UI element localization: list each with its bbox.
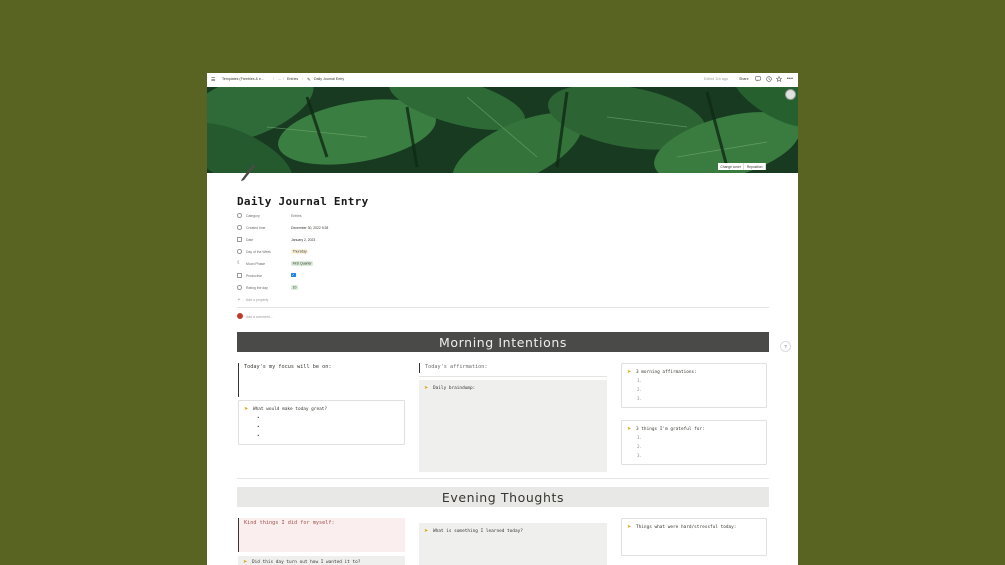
- numbered-item[interactable]: 1.: [637, 435, 642, 440]
- property-name: Productive: [246, 273, 263, 278]
- moon-icon: ☾: [237, 260, 242, 265]
- edited-status: Edited 11h ago: [704, 77, 728, 81]
- callout-learned[interactable]: ➤ What is something I learned today?: [419, 523, 607, 565]
- day-tag[interactable]: Thursday: [291, 248, 309, 255]
- bullet-item[interactable]: •: [257, 433, 260, 438]
- add-property-label: Add a property: [246, 297, 269, 302]
- numbered-item[interactable]: 2.: [637, 387, 642, 392]
- property-name: Created time: [246, 225, 266, 230]
- breadcrumb-templates[interactable]: Templates (Freebies & e...: [222, 77, 264, 81]
- reposition-button[interactable]: Reposition: [744, 163, 766, 170]
- lightbulb-icon: ➤: [424, 528, 429, 534]
- property-value[interactable]: Entries: [291, 214, 302, 218]
- callout-great[interactable]: ➤ What would make today great? • • •: [238, 400, 405, 445]
- quote-bar: [238, 518, 239, 552]
- productive-checkbox[interactable]: ✓: [291, 272, 296, 277]
- bullet-item[interactable]: •: [257, 424, 260, 429]
- help-button[interactable]: ?: [780, 341, 791, 352]
- numbered-item[interactable]: 3.: [637, 396, 642, 401]
- property-value: December 30, 2022 9:28: [291, 225, 329, 230]
- monstera-leaves-image: [207, 87, 798, 173]
- property-name: Day of the Week: [246, 249, 272, 254]
- property-name: Date: [246, 237, 254, 242]
- more-options-icon[interactable]: •••: [787, 76, 793, 82]
- divider: [237, 307, 769, 308]
- calendar-icon: [237, 237, 242, 242]
- page-icon-pen-icon[interactable]: [239, 161, 257, 186]
- callout-text: What would make today great?: [253, 407, 328, 412]
- change-cover-button[interactable]: Change cover: [717, 163, 745, 170]
- lightbulb-icon: ➤: [627, 369, 632, 375]
- checkbox-icon: [237, 273, 242, 278]
- kind-things-block[interactable]: Kind things I did for myself:: [238, 518, 405, 552]
- callout-text: 3 things I'm grateful for:: [636, 427, 705, 432]
- divider: [419, 376, 607, 377]
- rating-tag[interactable]: 10: [291, 284, 298, 291]
- lightbulb-icon: ➤: [627, 524, 632, 530]
- clock-icon: [237, 225, 242, 230]
- lightbulb-icon: ➤: [243, 559, 248, 565]
- callout-affirmations[interactable]: ➤ 3 morning affirmations: 1. 2. 3.: [621, 363, 767, 408]
- property-name: Rating the day: [246, 285, 268, 290]
- callout-hard[interactable]: ➤ Things what were hard/stressful today:: [621, 518, 767, 556]
- numbered-item[interactable]: 1.: [637, 378, 642, 383]
- callout-grateful[interactable]: ➤ 3 things I'm grateful for: 1. 2. 3.: [621, 420, 767, 465]
- cover-image: Change cover Reposition: [207, 87, 798, 173]
- morning-intentions-heading: Morning Intentions: [237, 332, 769, 352]
- page-title[interactable]: Daily Journal Entry: [237, 195, 369, 208]
- property-name: Category: [246, 213, 260, 218]
- bullet-item[interactable]: •: [257, 415, 260, 420]
- add-comment-input[interactable]: Add a comment...: [246, 315, 273, 319]
- comments-icon[interactable]: [755, 76, 761, 83]
- breadcrumb-separator: /: [302, 77, 303, 81]
- callout-text: Daily braindump:: [433, 386, 476, 391]
- kind-things-quote: Kind things I did for myself:: [244, 520, 335, 526]
- pen-icon: ✎: [307, 76, 311, 82]
- breadcrumb-ellipsis[interactable]: ...: [278, 77, 281, 81]
- tag-icon: [237, 213, 242, 218]
- property-value[interactable]: January 2, 2023: [291, 238, 315, 242]
- breadcrumb-entries[interactable]: Entries: [287, 77, 298, 81]
- plus-icon: +: [237, 296, 241, 303]
- numbered-item[interactable]: 2.: [637, 444, 642, 449]
- share-button[interactable]: Share: [739, 77, 749, 81]
- divider: [237, 478, 769, 479]
- callout-text: Did this day turn out how I wanted it to…: [252, 560, 361, 565]
- breadcrumb-separator: /: [283, 77, 284, 81]
- callout-turned-out[interactable]: ➤ Did this day turn out how I wanted it …: [238, 556, 405, 565]
- clock-icon[interactable]: [766, 76, 772, 83]
- star-icon[interactable]: [775, 75, 783, 83]
- quote-bar: [238, 363, 239, 397]
- quote-bar: [419, 363, 420, 373]
- callout-text: What is something I learned today?: [433, 529, 523, 534]
- sidebar-toggle-icon[interactable]: ☰: [211, 77, 215, 83]
- select-icon: [237, 285, 242, 290]
- numbered-item[interactable]: 3.: [637, 453, 642, 458]
- top-bar: ☰ Templates (Freebies & e... / ... / Ent…: [207, 73, 798, 87]
- select-icon: [237, 249, 242, 254]
- cover-avatar[interactable]: [785, 89, 796, 100]
- breadcrumb-current-page[interactable]: Daily Journal Entry: [314, 77, 344, 81]
- callout-braindump[interactable]: ➤ Daily braindump:: [419, 380, 607, 472]
- notion-window: ☰ Templates (Freebies & e... / ... / Ent…: [207, 73, 798, 565]
- callout-text: Things what were hard/stressful today:: [636, 525, 737, 530]
- lightbulb-icon: ➤: [424, 385, 429, 391]
- property-name: Moon Phase: [246, 261, 266, 266]
- breadcrumb-separator: /: [273, 77, 274, 81]
- avatar: [237, 313, 243, 319]
- focus-quote[interactable]: Today's my focus will be on:: [244, 364, 331, 370]
- affirmation-quote[interactable]: Today's affirmation:: [425, 364, 487, 370]
- evening-thoughts-heading: Evening Thoughts: [237, 487, 769, 507]
- lightbulb-icon: ➤: [244, 406, 249, 412]
- lightbulb-icon: ➤: [627, 426, 632, 432]
- callout-text: 3 morning affirmations:: [636, 370, 697, 375]
- moon-phase-tag[interactable]: First Quarter: [291, 260, 314, 267]
